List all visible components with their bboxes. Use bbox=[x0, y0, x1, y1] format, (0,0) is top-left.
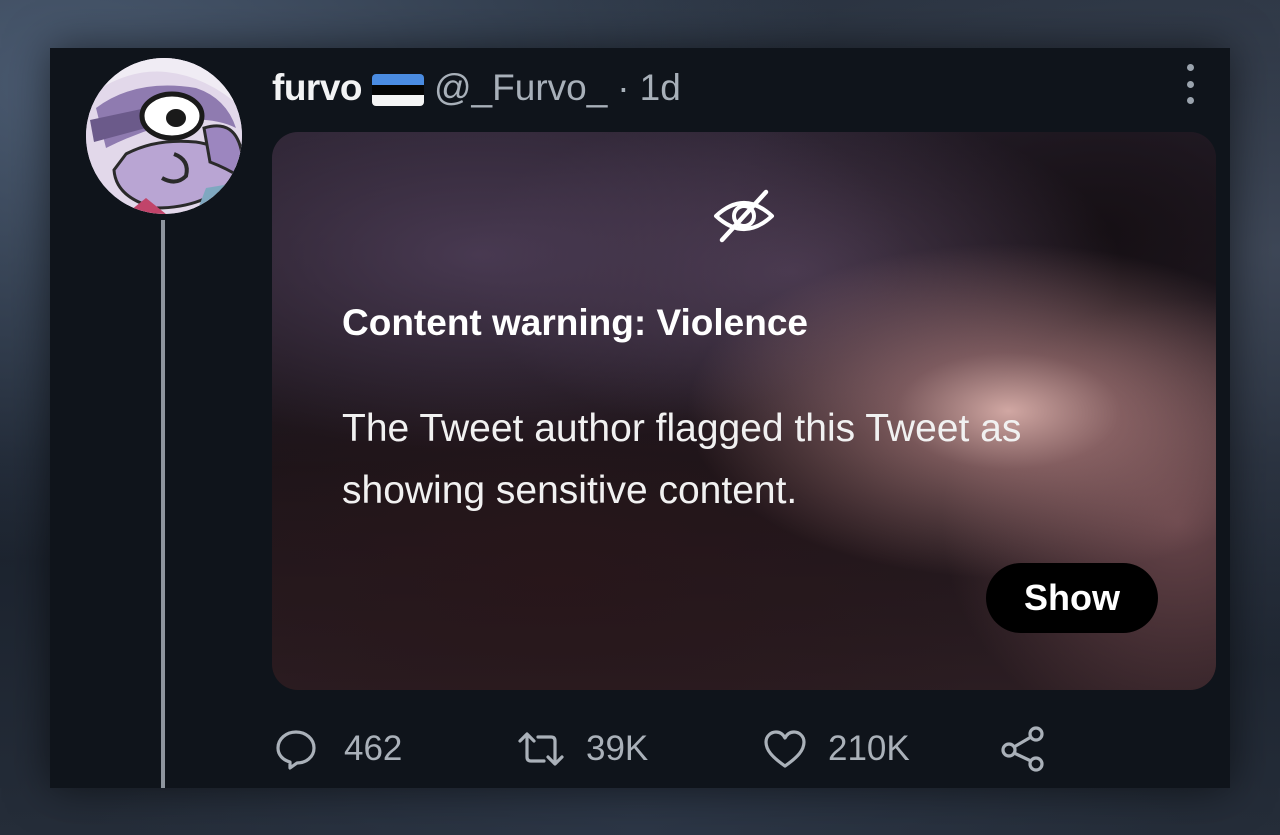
show-button[interactable]: Show bbox=[986, 563, 1158, 633]
reply-icon bbox=[276, 730, 316, 770]
content-warning-description: The Tweet author flagged this Tweet as s… bbox=[342, 407, 1022, 512]
sensitive-media[interactable]: Content warning: Violence The Tweet auth… bbox=[272, 132, 1216, 690]
retweet-count: 39K bbox=[586, 729, 649, 768]
display-name[interactable]: furvo bbox=[272, 67, 363, 109]
tweet-card[interactable]: furvo @_Furvo_ · 1d Content warning: Vio… bbox=[50, 48, 1230, 788]
user-handle[interactable]: @_Furvo_ bbox=[434, 67, 607, 109]
content-warning-title: Content warning: Violence bbox=[342, 302, 808, 343]
reply-count: 462 bbox=[344, 729, 403, 768]
heart-icon bbox=[764, 730, 806, 768]
reply-button[interactable]: 462 bbox=[274, 724, 402, 774]
avatar[interactable] bbox=[86, 58, 242, 214]
share-icon bbox=[1001, 726, 1044, 772]
tweet-actions: 462 39K 210K bbox=[274, 724, 1074, 774]
like-button[interactable]: 210K bbox=[762, 724, 910, 774]
like-count: 210K bbox=[828, 729, 910, 768]
share-button[interactable] bbox=[998, 724, 1048, 774]
avatar-image bbox=[86, 58, 242, 214]
estonia-flag-icon bbox=[372, 74, 424, 106]
eye-slash-icon bbox=[714, 189, 774, 243]
thread-line bbox=[161, 220, 165, 788]
more-options-icon[interactable] bbox=[1180, 64, 1200, 104]
retweet-icon bbox=[518, 732, 564, 766]
tweet-timestamp[interactable]: 1d bbox=[640, 67, 681, 109]
tweet-header: furvo @_Furvo_ · 1d bbox=[272, 66, 681, 110]
retweet-button[interactable]: 39K bbox=[516, 724, 648, 774]
separator-dot: · bbox=[617, 67, 630, 108]
